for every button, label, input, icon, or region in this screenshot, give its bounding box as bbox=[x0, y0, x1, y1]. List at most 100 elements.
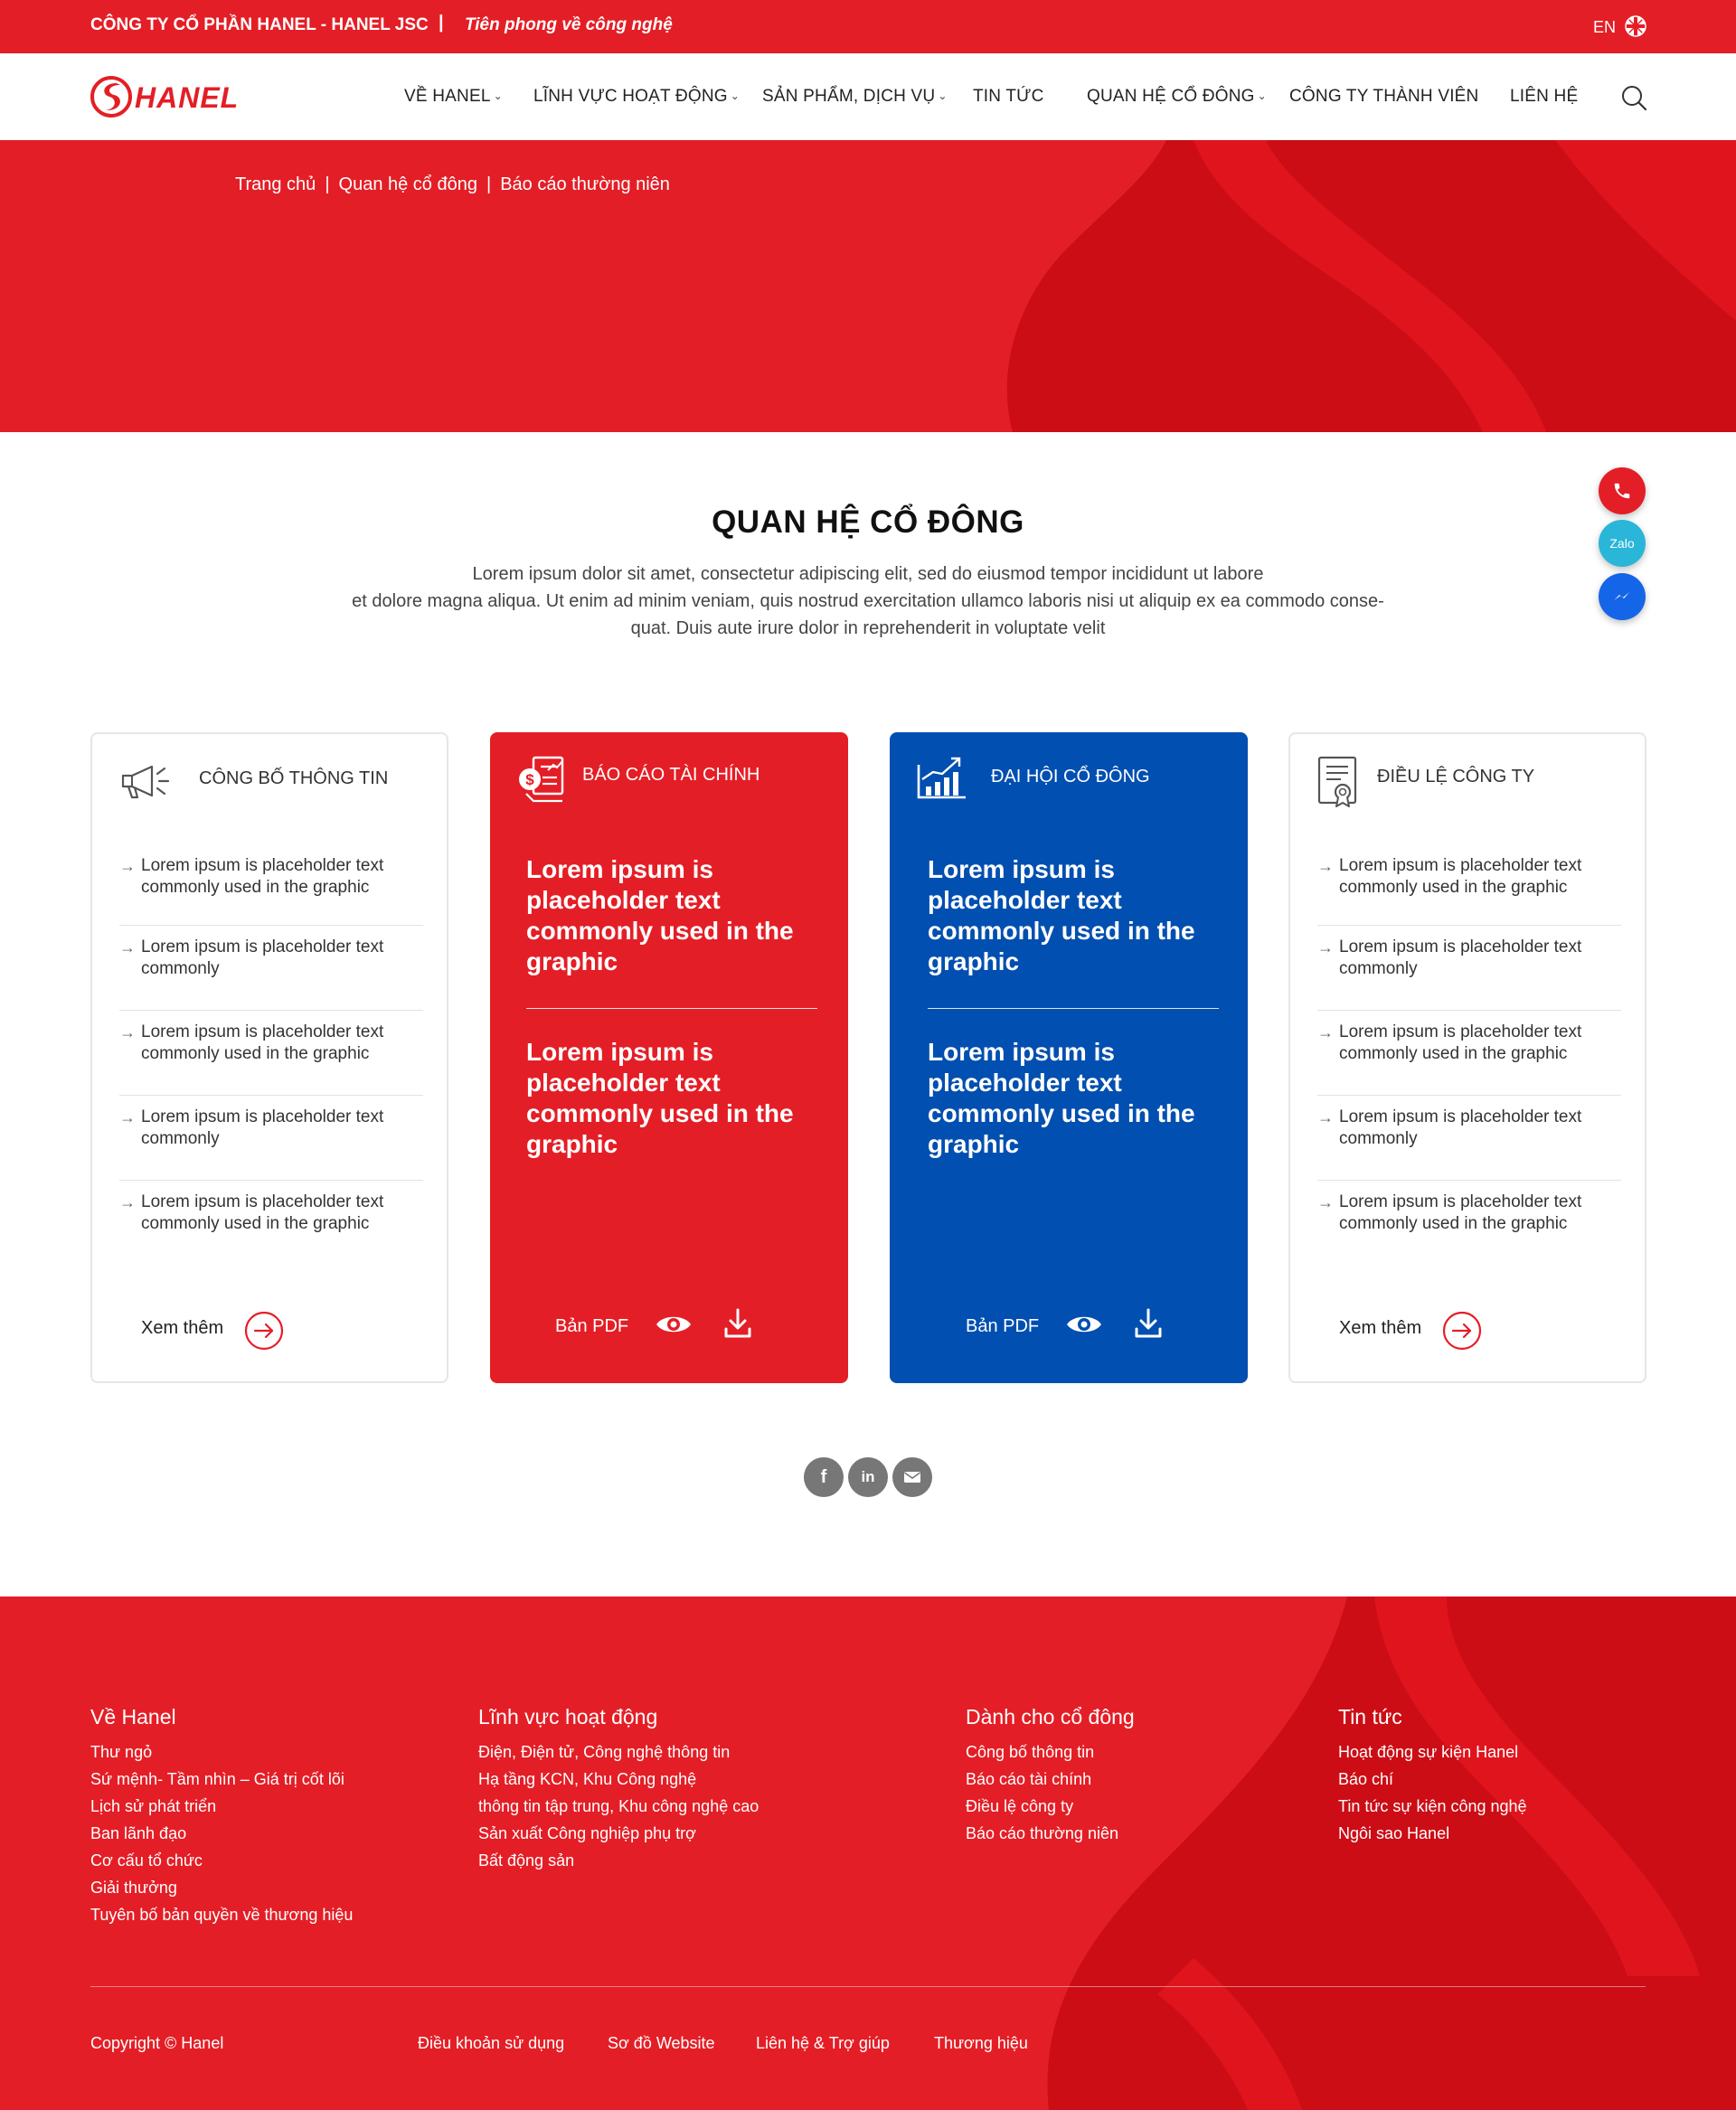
list-item[interactable]: → Lorem ipsum is placeholder text commonl… bbox=[1317, 855, 1621, 926]
arrow-right-icon: → bbox=[119, 1193, 136, 1211]
eye-icon[interactable] bbox=[655, 1311, 693, 1338]
company-name: CÔNG TY CỔ PHẦN HANEL - HANEL JSC bbox=[90, 15, 429, 34]
breadcrumb-home[interactable]: Trang chủ bbox=[235, 174, 316, 194]
card-highlight-text[interactable]: Lorem ipsum is placeholder text commonly… bbox=[526, 854, 825, 977]
facebook-share-button[interactable]: f bbox=[804, 1457, 844, 1497]
footer-link[interactable]: Thư ngỏ bbox=[90, 1738, 353, 1766]
list-item-text: Lorem ipsum is placeholder text commonly… bbox=[1339, 1022, 1582, 1063]
nav-item-linh-vuc[interactable]: LĨNH VỰC HOẠT ĐỘNG ⌄ bbox=[533, 87, 740, 107]
list-item[interactable]: → Lorem ipsum is placeholder text commonl… bbox=[119, 1011, 423, 1096]
card-highlight-text[interactable]: Lorem ipsum is placeholder text commonly… bbox=[928, 854, 1226, 977]
intro-line: Lorem ipsum dolor sit amet, consectetur … bbox=[472, 564, 1264, 584]
card-dieu-le-cong-ty: ĐIỀU LỆ CÔNG TY → Lorem ipsum is placehol… bbox=[1288, 732, 1646, 1383]
footer-link[interactable]: Điện, Điện tử, Công nghệ thông tin bbox=[478, 1738, 759, 1766]
nav-label: QUAN HỆ CỔ ĐÔNG bbox=[1087, 87, 1255, 106]
breadcrumb-annual-report[interactable]: Báo cáo thường niên bbox=[500, 174, 670, 194]
list-item[interactable]: → Lorem ipsum is placeholder text commonl… bbox=[119, 926, 423, 1011]
uk-flag-icon[interactable] bbox=[1625, 15, 1646, 37]
nav-item-ve-hanel[interactable]: VỀ HANEL ⌄ bbox=[404, 87, 503, 107]
arrow-right-icon: → bbox=[1317, 857, 1334, 875]
nav-label: LĨNH VỰC HOẠT ĐỘNG bbox=[533, 87, 728, 106]
footer-link[interactable]: Báo chí bbox=[1338, 1766, 1527, 1793]
footer-link[interactable]: Tuyên bố bản quyền về thương hiệu bbox=[90, 1901, 353, 1928]
nav-item-tin-tuc[interactable]: TIN TỨC bbox=[973, 87, 1044, 107]
footer-link[interactable]: Ngôi sao Hanel bbox=[1338, 1820, 1527, 1847]
chevron-down-icon: ⌄ bbox=[730, 89, 741, 102]
list-item-text: Lorem ipsum is placeholder text commonly… bbox=[1339, 856, 1582, 897]
footer-link[interactable]: Hạ tầng KCN, Khu Công nghệ bbox=[478, 1766, 759, 1793]
list-item[interactable]: → Lorem ipsum is placeholder text commonl… bbox=[119, 1096, 423, 1181]
list-item-text: Lorem ipsum is placeholder text commonly… bbox=[141, 1022, 384, 1063]
footer-link[interactable]: Sản xuất Công nghiệp phụ trợ bbox=[478, 1820, 759, 1847]
footer-link[interactable]: Báo cáo tài chính bbox=[966, 1766, 1135, 1793]
list-item[interactable]: → Lorem ipsum is placeholder text commonl… bbox=[119, 855, 423, 926]
card-highlight-text[interactable]: Lorem ipsum is placeholder text commonly… bbox=[526, 1037, 825, 1160]
card-title: ĐẠI HỘI CỔ ĐÔNG bbox=[991, 767, 1150, 787]
nav-item-quan-he-co-dong[interactable]: QUAN HỆ CỔ ĐÔNG ⌄ bbox=[1087, 87, 1267, 107]
pdf-label[interactable]: Bản PDF bbox=[555, 1316, 628, 1337]
list-item[interactable]: → Lorem ipsum is placeholder text commonl… bbox=[1317, 1011, 1621, 1096]
footer-link[interactable]: Sứ mệnh- Tầm nhìn – Giá trị cốt lõi bbox=[90, 1766, 353, 1793]
footer-help-link[interactable]: Liên hệ & Trợ giúp bbox=[756, 2034, 890, 2053]
card-cong-bo-thong-tin: CÔNG BỐ THÔNG TIN → Lorem ipsum is placeh… bbox=[90, 732, 448, 1383]
email-share-button[interactable] bbox=[892, 1457, 932, 1497]
chevron-down-icon: ⌄ bbox=[1257, 89, 1267, 102]
footer-column-ve-hanel: Về Hanel Thư ngỏ Sứ mệnh- Tầm nhìn – Giá… bbox=[90, 1705, 353, 1928]
list-item-text: Lorem ipsum is placeholder text commonly bbox=[141, 937, 384, 978]
footer-terms-link[interactable]: Điều khoản sử dụng bbox=[418, 2034, 564, 2053]
breadcrumb-separator: | bbox=[325, 174, 330, 194]
footer-column-linh-vuc: Lĩnh vực hoạt động Điện, Điện tử, Công n… bbox=[478, 1705, 759, 1874]
footer-link[interactable]: Cơ cấu tổ chức bbox=[90, 1847, 353, 1874]
download-icon[interactable] bbox=[723, 1307, 752, 1340]
footer-column-title: Về Hanel bbox=[90, 1705, 176, 1729]
footer-link[interactable]: Tin tức sự kiện công nghệ bbox=[1338, 1793, 1527, 1820]
copyright: Copyright © Hanel bbox=[90, 2034, 224, 2052]
messenger-button[interactable] bbox=[1599, 573, 1646, 620]
nav-item-lien-he[interactable]: LIÊN HỆ bbox=[1510, 87, 1578, 107]
eye-icon[interactable] bbox=[1065, 1311, 1103, 1338]
arrow-circle-icon[interactable] bbox=[244, 1311, 284, 1351]
search-icon[interactable] bbox=[1620, 84, 1647, 111]
hanel-logo[interactable]: HANEL bbox=[90, 73, 270, 120]
pdf-label[interactable]: Bản PDF bbox=[966, 1316, 1039, 1337]
breadcrumb: Trang chủ | Quan hệ cổ đông | Báo cáo thường… bbox=[235, 174, 670, 195]
megaphone-icon bbox=[121, 765, 170, 799]
arrow-right-icon: → bbox=[119, 938, 136, 956]
arrow-right-icon: → bbox=[1317, 1193, 1334, 1211]
footer-sitemap-link[interactable]: Sơ đồ Website bbox=[608, 2034, 715, 2053]
footer-link[interactable]: Hoạt động sự kiện Hanel bbox=[1338, 1738, 1527, 1766]
footer-link[interactable]: Điều lệ công ty bbox=[966, 1793, 1135, 1820]
list-item-text: Lorem ipsum is placeholder text commonly… bbox=[1339, 1192, 1582, 1233]
svg-text:$: $ bbox=[525, 771, 534, 788]
download-icon[interactable] bbox=[1134, 1307, 1163, 1340]
view-more-link[interactable]: Xem thêm bbox=[141, 1318, 223, 1339]
footer-link[interactable]: Bất động sản bbox=[478, 1847, 759, 1874]
nav-item-cong-ty-thanh-vien[interactable]: CÔNG TY THÀNH VIÊN bbox=[1289, 87, 1478, 107]
linkedin-share-button[interactable]: in bbox=[848, 1457, 888, 1497]
list-item[interactable]: → Lorem ipsum is placeholder text commonl… bbox=[1317, 926, 1621, 1011]
footer-link[interactable]: thông tin tập trung, Khu công nghệ cao bbox=[478, 1793, 759, 1820]
footer-column-co-dong: Dành cho cổ đông Công bố thông tin Báo c… bbox=[966, 1705, 1135, 1847]
list-item[interactable]: → Lorem ipsum is placeholder text commonl… bbox=[1317, 1181, 1621, 1266]
view-more-link[interactable]: Xem thêm bbox=[1339, 1318, 1421, 1339]
breadcrumb-shareholders[interactable]: Quan hệ cổ đông bbox=[339, 174, 477, 194]
footer-link[interactable]: Lịch sử phát triển bbox=[90, 1793, 353, 1820]
footer-link[interactable]: Công bố thông tin bbox=[966, 1738, 1135, 1766]
card-highlight-text[interactable]: Lorem ipsum is placeholder text commonly… bbox=[928, 1037, 1226, 1160]
card-divider bbox=[928, 1008, 1219, 1009]
nav-item-san-pham[interactable]: SẢN PHẨM, DỊCH VỤ ⌄ bbox=[762, 87, 948, 107]
topbar-separator: | bbox=[439, 13, 444, 33]
arrow-circle-icon[interactable] bbox=[1442, 1311, 1482, 1351]
footer-link[interactable]: Ban lãnh đạo bbox=[90, 1820, 353, 1847]
nav-label: VỀ HANEL bbox=[404, 87, 491, 106]
messenger-icon bbox=[1614, 592, 1629, 600]
list-item[interactable]: → Lorem ipsum is placeholder text commonl… bbox=[119, 1181, 423, 1266]
footer-brand-link[interactable]: Thương hiệu bbox=[934, 2034, 1028, 2053]
list-item[interactable]: → Lorem ipsum is placeholder text commonl… bbox=[1317, 1096, 1621, 1181]
language-switch[interactable]: EN bbox=[1593, 18, 1616, 37]
footer-link[interactable]: Giải thưởng bbox=[90, 1874, 353, 1901]
arrow-right-icon: → bbox=[1317, 1108, 1334, 1126]
card-dai-hoi-co-dong: ĐẠI HỘI CỔ ĐÔNG Lorem ipsum is placehold… bbox=[890, 732, 1248, 1383]
footer-column-tin-tuc: Tin tức Hoạt động sự kiện Hanel Báo chí … bbox=[1338, 1705, 1527, 1847]
footer-link[interactable]: Báo cáo thường niên bbox=[966, 1820, 1135, 1847]
